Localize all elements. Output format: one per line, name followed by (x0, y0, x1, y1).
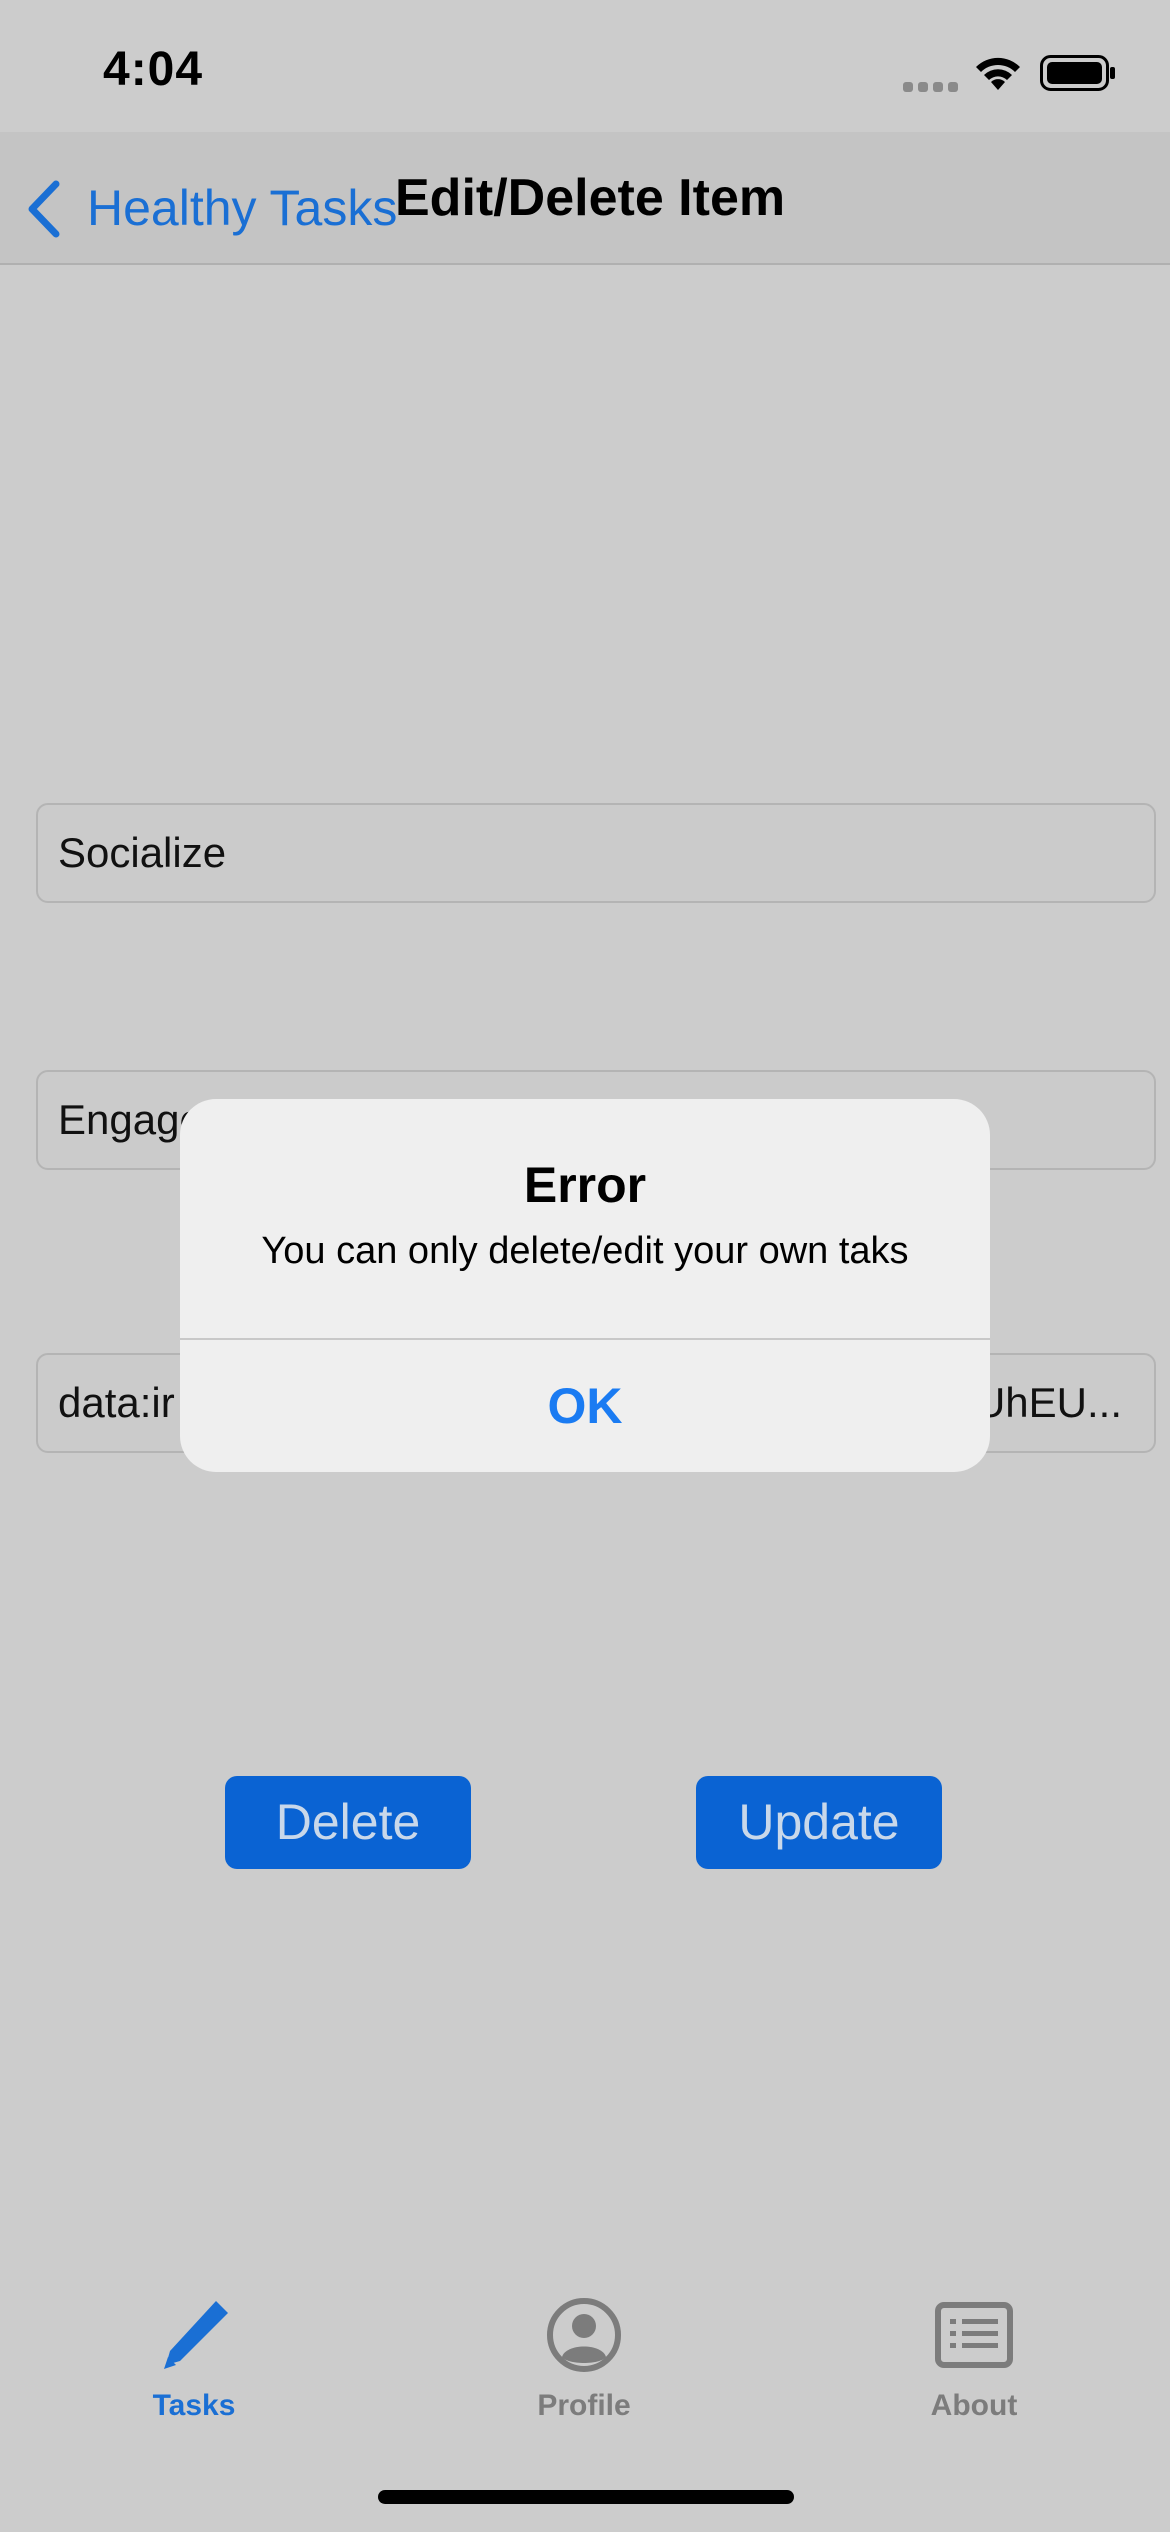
tab-about[interactable]: About (874, 2295, 1074, 2425)
alert-ok-button[interactable]: OK (180, 1340, 990, 1472)
task-name-value: Socialize (58, 829, 227, 876)
tab-about-label: About (930, 2389, 1018, 2422)
home-indicator (378, 2490, 794, 2504)
status-time: 4:04 (103, 43, 204, 96)
chevron-left-icon[interactable] (26, 180, 62, 238)
list-card-icon (935, 2302, 1013, 2368)
alert-title: Error (523, 1157, 647, 1213)
tab-tasks[interactable]: Tasks (94, 2295, 294, 2425)
back-button[interactable]: Healthy Tasks (87, 180, 397, 236)
task-image-value-start: data:ir (58, 1379, 175, 1426)
delete-button[interactable]: Delete (225, 1776, 471, 1869)
error-alert: Error You can only delete/edit your own … (180, 1099, 990, 1472)
cellular-signal-icon (903, 82, 958, 92)
update-button[interactable]: Update (696, 1776, 942, 1869)
tab-tasks-label: Tasks (152, 2389, 236, 2422)
tab-profile[interactable]: Profile (484, 2295, 684, 2425)
battery-icon (1040, 55, 1115, 91)
task-image-value-end: UhEU... (974, 1379, 1122, 1426)
page-title: Edit/Delete Item (395, 169, 786, 227)
tab-profile-label: Profile (537, 2389, 631, 2422)
wifi-icon (976, 57, 1020, 90)
person-circle-icon (547, 2298, 621, 2372)
pencil-icon (164, 2301, 228, 2369)
task-name-field[interactable]: Socialize (36, 803, 1156, 903)
alert-message: You can only delete/edit your own taks (261, 1230, 909, 1272)
